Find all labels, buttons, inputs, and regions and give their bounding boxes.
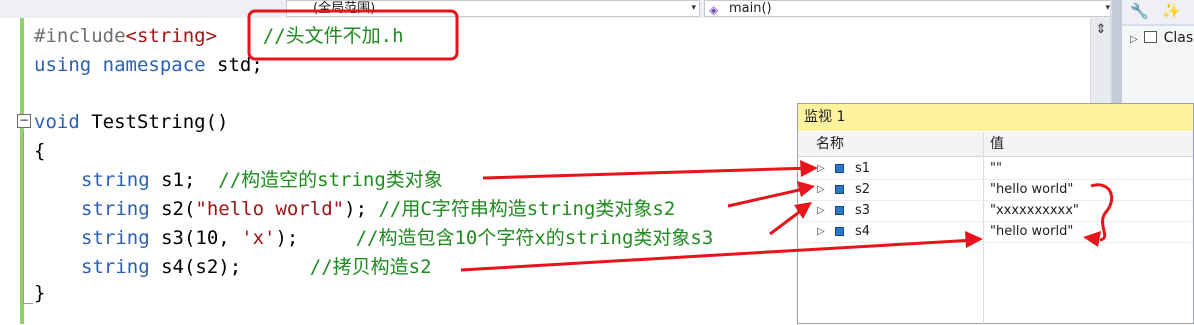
- annotation-highlight-box: [247, 9, 459, 61]
- annotation-arrow-s1: [482, 166, 813, 180]
- annotation-overlay: [247, 9, 1114, 272]
- annotation-curve-s2-s4: [1090, 183, 1114, 242]
- annotation-arrowhead-curve: [1083, 231, 1101, 247]
- annotation-arrow-s4: [460, 238, 976, 272]
- annotation-arrowhead-s3: [794, 202, 812, 219]
- annotation-arrow-s2: [727, 186, 809, 208]
- annotation-arrowhead-s2: [797, 181, 815, 197]
- annotation-arrowhead-s1: [800, 160, 818, 177]
- annotation-arrowhead-s4: [965, 231, 983, 248]
